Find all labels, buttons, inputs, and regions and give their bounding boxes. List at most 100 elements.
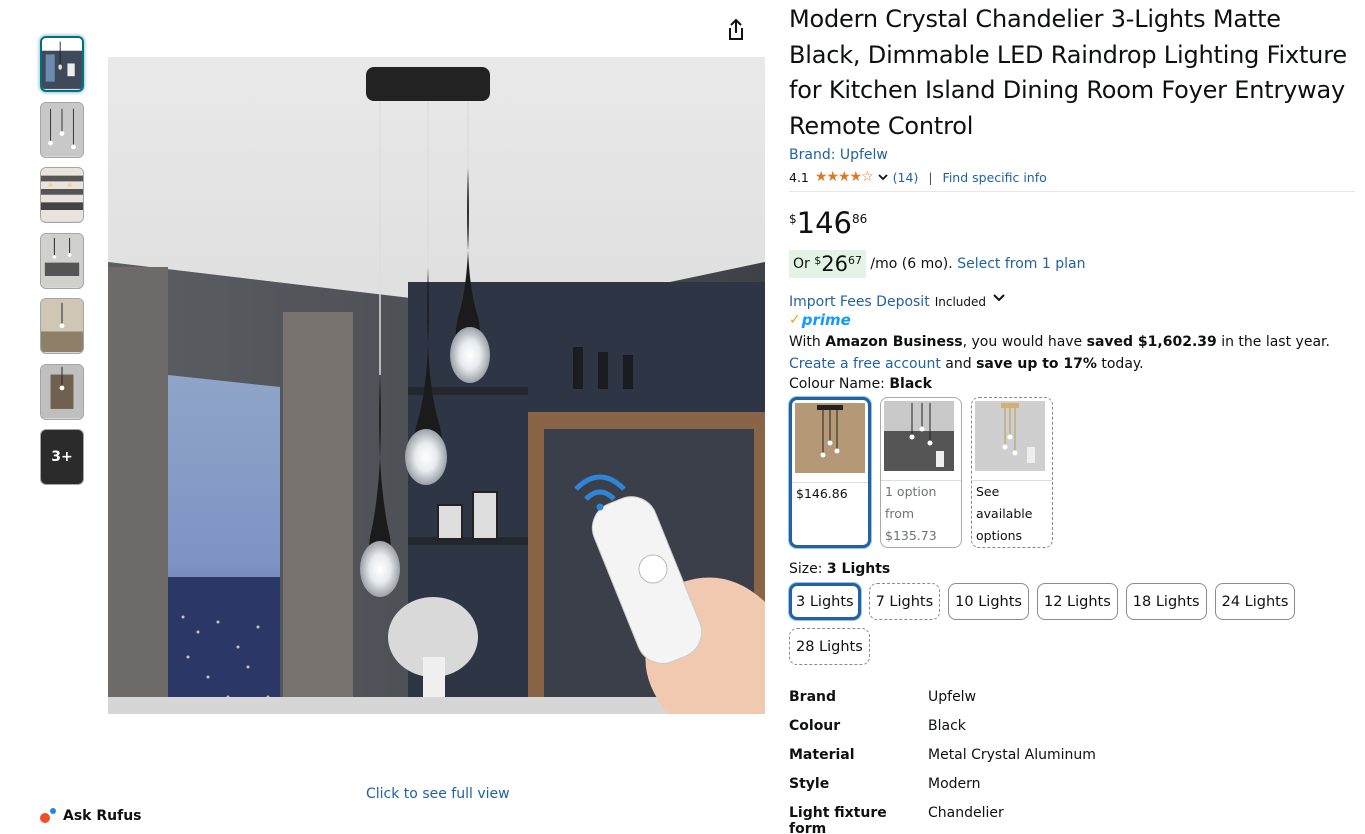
spec-key: Light fixture form (789, 805, 887, 834)
rating-count-link[interactable]: (14) (893, 170, 919, 185)
size-option[interactable]: 28 Lights (789, 628, 870, 665)
emi-badge: Or $ 26 67 (789, 250, 866, 278)
colour-option-2[interactable]: 1 option from $135.73 (880, 397, 962, 548)
swatch-text: See available options (972, 480, 1052, 547)
size-option[interactable]: 18 Lights (1125, 583, 1207, 620)
spec-value: Metal Crystal Aluminum (928, 747, 1096, 763)
brand-link[interactable]: Brand: Upfelw (789, 147, 888, 163)
size-label: Size: 3 Lights (789, 561, 1355, 577)
thumbnail-2[interactable] (40, 101, 84, 158)
business-text: today. (1096, 356, 1144, 372)
business-name: Amazon Business (825, 334, 963, 350)
swatch-image (975, 401, 1049, 477)
spec-row: Material Metal Crystal Aluminum (789, 747, 1355, 776)
spec-key: Brand (789, 689, 837, 705)
chevron-down-icon[interactable] (877, 171, 889, 183)
colour-option-black[interactable]: $146.86 (789, 397, 871, 548)
thumbnail-4[interactable] (40, 232, 84, 289)
business-saved: saved $1,602.39 (1086, 334, 1217, 350)
spec-row: Colour Black (789, 718, 1355, 747)
size-option[interactable]: 12 Lights (1036, 583, 1118, 620)
spec-table: Brand Upfelw Colour Black Material Metal Cr… (789, 689, 1355, 834)
price: $ 146 86 (789, 208, 1355, 238)
size-option[interactable]: 3 Lights (789, 583, 861, 620)
ask-rufus-button[interactable]: Ask Rufus (38, 806, 142, 826)
business-text: and (940, 356, 977, 372)
rufus-icon (40, 808, 56, 823)
import-fees-link[interactable]: Import Fees Deposit (789, 294, 930, 310)
business-text: , you would have (962, 334, 1087, 350)
business-text: in the last year. (1216, 334, 1330, 350)
spec-key: Colour (789, 718, 841, 734)
swatch-line: options (976, 528, 1023, 543)
colour-label-text: Colour Name: (789, 376, 890, 392)
main-product-image[interactable] (108, 57, 765, 714)
size-options: 3 Lights 7 Lights 10 Lights 12 Lights 18… (789, 583, 1309, 673)
size-option[interactable]: 7 Lights (868, 583, 941, 620)
rating-value: 4.1 (789, 169, 809, 185)
divider: | (928, 169, 933, 185)
swatch-line: from (885, 506, 915, 521)
create-account-link[interactable]: Create a free account (789, 356, 941, 372)
size-option[interactable]: 10 Lights (948, 583, 1029, 620)
swatch-line: $135.73 (885, 528, 937, 543)
import-fees-status: Included (934, 295, 987, 309)
emi-whole: 26 (821, 252, 848, 276)
find-info-link[interactable]: Find specific info (943, 170, 1047, 185)
spec-value: Chandelier (928, 805, 1004, 821)
thumbnail-5[interactable] (40, 298, 84, 354)
emi-prefix: Or (793, 256, 815, 272)
swatch-line: available (976, 506, 1033, 521)
rating-row: 4.1 ★★★★☆ (14) | Find specific info (789, 169, 1355, 192)
chevron-down-icon[interactable] (992, 291, 1006, 305)
share-icon[interactable] (722, 16, 750, 44)
swatch-image (884, 401, 958, 477)
thumbnail-more[interactable]: 3+ (40, 429, 84, 485)
spec-row: Style Modern (789, 776, 1355, 805)
swatch-image (795, 403, 865, 479)
thumbnail-strip: 3+ (40, 36, 84, 495)
spec-key: Material (789, 747, 855, 763)
thumbnail-6[interactable] (40, 363, 84, 420)
emi-fraction: 67 (847, 254, 862, 267)
spec-value: Black (928, 718, 966, 734)
spec-row: Brand Upfelw (789, 689, 1355, 718)
spec-key: Style (789, 776, 830, 792)
colour-value: Black (889, 376, 932, 392)
colour-swatches: $146.86 1 option from $135.73 See availa… (789, 397, 1355, 548)
spec-value: Modern (928, 776, 981, 792)
product-title: Modern Crystal Chandelier 3-Lights Matte… (789, 5, 1347, 140)
swatch-line: 1 option (885, 484, 937, 499)
prime-badge: ✓ prime (789, 311, 1355, 329)
product-details: Modern Crystal Chandelier 3-Lights Matte… (789, 2, 1355, 834)
price-fraction: 86 (852, 212, 868, 226)
import-fees-row: Import Fees Deposit Included (789, 294, 1355, 310)
swatch-line: See (976, 484, 1000, 499)
prime-check-icon: ✓ (789, 312, 801, 328)
colour-option-3[interactable]: See available options (971, 397, 1053, 548)
colour-label: Colour Name: Black (789, 376, 1355, 392)
emi-row: Or $ 26 67 /mo (6 mo). Select from 1 pla… (789, 250, 1355, 278)
emi-symbol: $ (814, 254, 822, 267)
spec-row: Light fixture form Chandelier (789, 805, 1355, 834)
full-view-link[interactable]: Click to see full view (366, 786, 510, 802)
star-rating-icon[interactable]: ★★★★☆ (815, 169, 874, 185)
business-text: With (789, 334, 826, 350)
price-symbol: $ (789, 212, 797, 226)
thumbnail-1[interactable] (40, 36, 84, 92)
select-plan-link[interactable]: Select from 1 plan (957, 256, 1085, 272)
size-label-text: Size: (789, 561, 827, 577)
size-option[interactable]: 24 Lights (1214, 583, 1296, 620)
swatch-price: $146.86 (792, 482, 868, 505)
thumbnail-3[interactable] (40, 167, 84, 223)
size-value: 3 Lights (826, 561, 891, 577)
emi-suffix: /mo (6 mo). (865, 256, 958, 272)
business-save-percent: save up to 17% (976, 356, 1097, 372)
spec-value: Upfelw (928, 689, 977, 705)
prime-label: prime (801, 311, 851, 329)
business-savings: With Amazon Business, you would have sav… (789, 331, 1355, 375)
more-images-label: 3+ (51, 449, 73, 465)
ask-rufus-label: Ask Rufus (63, 808, 142, 824)
swatch-text: 1 option from $135.73 (881, 480, 961, 547)
price-whole: 146 (796, 206, 852, 240)
